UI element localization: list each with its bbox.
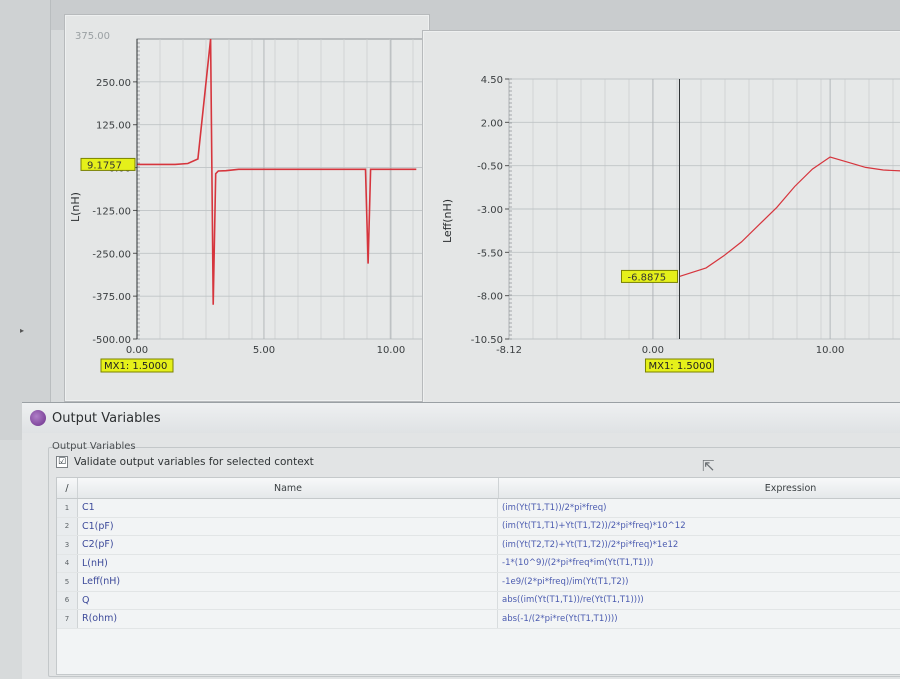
x-tick-label: 0.00 [126, 345, 148, 356]
marker-x-flag[interactable]: MX1: 1.5000 [645, 359, 713, 372]
left-side-panel [0, 0, 51, 440]
x-axis-ticks: -8.12 0.00 10.00 [496, 345, 844, 356]
y-tick-label: 250.00 [96, 78, 131, 89]
y-tick-label: -250.00 [92, 249, 131, 260]
row-index: 7 [57, 610, 78, 628]
marker-y-flag[interactable]: -6.8875 [621, 270, 677, 283]
validate-checkbox[interactable]: ☑ [56, 456, 68, 468]
x-axis-ticks: 0.00 5.00 10.00 [126, 345, 405, 356]
marker-y-flag[interactable]: 9.1757 [81, 158, 135, 171]
name-column-header[interactable]: Name [78, 478, 499, 498]
app-icon [30, 410, 46, 426]
row-index: 3 [57, 536, 78, 554]
y-tick-label: -8.00 [477, 292, 503, 303]
top-tick-label: 375.00 [75, 31, 110, 42]
expression-cell[interactable]: abs(-1/(2*pi*re(Yt(T1,T1)))) [498, 610, 900, 628]
y-tick-label: 125.00 [96, 121, 131, 132]
validate-label: Validate output variables for selected c… [74, 456, 314, 468]
table-row[interactable]: 3C2(pF)(im(Yt(T2,T2)+Yt(T1,T2))/2*pi*fre… [57, 536, 900, 555]
x-tick-label: 10.00 [816, 345, 845, 356]
x-tick-label: 0.00 [642, 345, 664, 356]
svg-text:9.1757: 9.1757 [87, 160, 122, 171]
validate-option[interactable]: ☑ Validate output variables for selected… [56, 456, 314, 468]
table-header: / Name Expression [57, 478, 900, 499]
y-axis-label: L(nH) [69, 192, 82, 222]
variable-name-cell[interactable]: L(nH) [78, 555, 498, 573]
window-title: Output Variables [52, 411, 161, 426]
l-chart[interactable]: 250.00125.000.00-125.00-250.00-375.00-50… [65, 15, 429, 401]
plot-panel-l[interactable]: 250.00125.000.00-125.00-250.00-375.00-50… [64, 14, 430, 402]
table-row[interactable]: 5Leff(nH)-1e9/(2*pi*freq)/im(Yt(T1,T2)) [57, 573, 900, 592]
expand-arrow-icon[interactable]: ▸ [20, 326, 24, 335]
table-row[interactable]: 4L(nH)-1*(10^9)/(2*pi*freq*im(Yt(T1,T1))… [57, 555, 900, 574]
table-row[interactable]: 1C1(im(Yt(T1,T1))/2*pi*freq) [57, 499, 900, 518]
variable-name-cell[interactable]: C1 [78, 499, 498, 517]
expression-cell[interactable]: -1e9/(2*pi*freq)/im(Yt(T1,T2)) [498, 573, 900, 591]
row-index: 5 [57, 573, 78, 591]
variable-name-cell[interactable]: R(ohm) [78, 610, 498, 628]
row-index: 1 [57, 499, 78, 517]
mouse-cursor-icon: ⇱ [702, 457, 715, 475]
variables-table[interactable]: / Name Expression 1C1(im(Yt(T1,T1))/2*pi… [56, 477, 900, 675]
table-row[interactable]: 2C1(pF)(im(Yt(T1,T1)+Yt(T1,T2))/2*pi*fre… [57, 518, 900, 537]
plot-area [137, 39, 429, 339]
leff-chart[interactable]: 4.502.00-0.50-3.00-5.50-8.00-10.50 -8.12… [423, 31, 900, 403]
table-row[interactable]: 7R(ohm)abs(-1/(2*pi*re(Yt(T1,T1)))) [57, 610, 900, 629]
grid [509, 79, 900, 339]
marker-x-flag[interactable]: MX1: 1.5000 [101, 359, 173, 372]
expression-cell[interactable]: abs((im(Yt(T1,T1))/re(Yt(T1,T1)))) [498, 592, 900, 610]
x-tick-label: -8.12 [496, 345, 522, 356]
y-axis-ticks: 4.502.00-0.50-3.00-5.50-8.00-10.50 [471, 75, 512, 346]
variable-name-cell[interactable]: C2(pF) [78, 536, 498, 554]
variable-name-cell[interactable]: Q [78, 592, 498, 610]
variable-name-cell[interactable]: Leff(nH) [78, 573, 498, 591]
window-title-bar[interactable]: Output Variables [22, 403, 900, 433]
svg-text:-6.8875: -6.8875 [627, 272, 666, 283]
y-tick-label: 4.50 [481, 75, 503, 86]
y-tick-label: -0.50 [477, 162, 503, 173]
x-tick-label: 10.00 [377, 345, 406, 356]
svg-text:MX1: 1.5000: MX1: 1.5000 [104, 361, 167, 372]
row-index: 2 [57, 518, 78, 536]
output-variables-window: Output Variables Output Variables ☑ Vali… [22, 402, 900, 679]
y-tick-label: -125.00 [92, 206, 131, 217]
y-tick-label: -5.50 [477, 248, 503, 259]
group-label: Output Variables [52, 441, 136, 452]
y-tick-label: 2.00 [481, 118, 503, 129]
svg-text:MX1: 1.5000: MX1: 1.5000 [648, 361, 711, 372]
plot-panel-leff[interactable]: 4.502.00-0.50-3.00-5.50-8.00-10.50 -8.12… [422, 30, 900, 404]
expression-column-header[interactable]: Expression [499, 478, 900, 498]
y-axis-ticks: 250.00125.000.00-125.00-250.00-375.00-50… [92, 39, 140, 346]
x-tick-label: 5.00 [253, 345, 275, 356]
row-index: 4 [57, 555, 78, 573]
expression-cell[interactable]: (im(Yt(T1,T1)+Yt(T1,T2))/2*pi*freq)*10^1… [498, 518, 900, 536]
grid [137, 39, 429, 339]
expression-cell[interactable]: (im(Yt(T1,T1))/2*pi*freq) [498, 499, 900, 517]
y-axis-label: Leff(nH) [441, 199, 454, 243]
variable-name-cell[interactable]: C1(pF) [78, 518, 498, 536]
y-tick-label: -3.00 [477, 205, 503, 216]
y-tick-label: -375.00 [92, 292, 131, 303]
table-row[interactable]: 6Qabs((im(Yt(T1,T1))/re(Yt(T1,T1)))) [57, 592, 900, 611]
sort-column-header[interactable]: / [57, 478, 78, 498]
expression-cell[interactable]: (im(Yt(T2,T2)+Yt(T1,T2))/2*pi*freq)*1e12 [498, 536, 900, 554]
expression-cell[interactable]: -1*(10^9)/(2*pi*freq*im(Yt(T1,T1))) [498, 555, 900, 573]
row-index: 6 [57, 592, 78, 610]
